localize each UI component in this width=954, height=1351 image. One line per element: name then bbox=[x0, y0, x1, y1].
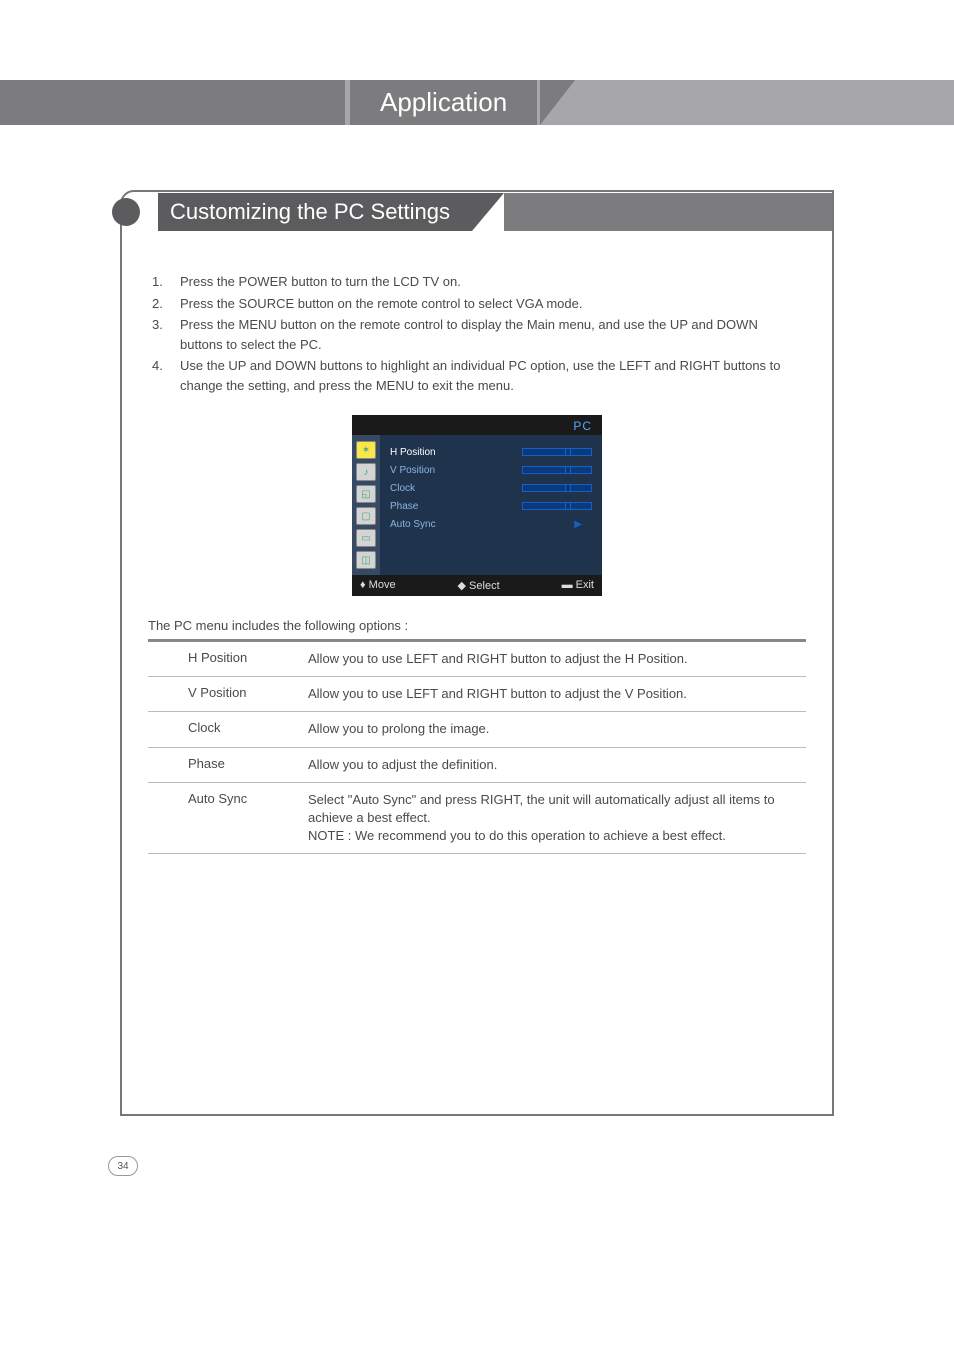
top-margin bbox=[0, 0, 954, 80]
instruction-item: 1. Press the POWER button to turn the LC… bbox=[152, 272, 802, 292]
page-number: 34 bbox=[108, 1156, 138, 1176]
instruction-text: Press the POWER button to turn the LCD T… bbox=[180, 272, 802, 292]
osd-option: H Position bbox=[390, 443, 592, 461]
osd-hint-move-label: Move bbox=[369, 579, 396, 591]
osd-tab-icon: ◱ bbox=[356, 485, 376, 503]
osd-tab-icon: ▭ bbox=[356, 529, 376, 547]
osd-hint-select: ◆ Select bbox=[458, 579, 500, 592]
option-desc: Allow you to use LEFT and RIGHT button t… bbox=[308, 650, 806, 668]
instruction-text: Press the SOURCE button on the remote co… bbox=[180, 294, 802, 314]
osd-option-label: Clock bbox=[390, 483, 415, 494]
option-name: Phase bbox=[188, 756, 308, 774]
instruction-number: 2. bbox=[152, 294, 180, 314]
section-header: Customizing the PC Settings bbox=[112, 192, 832, 232]
osd-slider bbox=[522, 484, 592, 492]
instruction-item: 3. Press the MENU button on the remote c… bbox=[152, 315, 802, 354]
osd-option-label: Auto Sync bbox=[390, 519, 436, 530]
instruction-number: 4. bbox=[152, 356, 180, 395]
ribbon-left bbox=[0, 80, 345, 125]
osd-slider bbox=[522, 502, 592, 510]
table-row: Phase Allow you to adjust the definition… bbox=[148, 748, 806, 783]
osd-tab-icon: ♪ bbox=[356, 463, 376, 481]
section-title: Customizing the PC Settings bbox=[158, 193, 472, 231]
option-desc: Select "Auto Sync" and press RIGHT, the … bbox=[308, 791, 806, 846]
osd-arrow-icon: ▶ bbox=[574, 519, 592, 530]
instruction-text: Use the UP and DOWN buttons to highlight… bbox=[180, 356, 802, 395]
option-name: H Position bbox=[188, 650, 308, 668]
osd-option-label: H Position bbox=[390, 447, 436, 458]
content-frame: Customizing the PC Settings 1. Press the… bbox=[120, 190, 834, 1116]
option-desc: Allow you to adjust the definition. bbox=[308, 756, 806, 774]
osd-hint-exit-label: Exit bbox=[576, 579, 594, 591]
header-band: Application bbox=[0, 80, 954, 125]
option-name: Clock bbox=[188, 720, 308, 738]
osd-icon-column: ✶ ♪ ◱ ▢ ▭ ◫ bbox=[352, 435, 380, 575]
instruction-item: 4. Use the UP and DOWN buttons to highli… bbox=[152, 356, 802, 395]
osd-option-label: Phase bbox=[390, 501, 418, 512]
section-bar-rest bbox=[504, 193, 832, 231]
osd-hint-move: ♦ Move bbox=[360, 579, 396, 592]
osd-option: Clock bbox=[390, 479, 592, 497]
instruction-number: 3. bbox=[152, 315, 180, 354]
osd-slider bbox=[522, 448, 592, 456]
osd-option-list: H Position V Position Clock Phase Auto S… bbox=[380, 435, 602, 575]
section-bullet-icon bbox=[112, 198, 140, 226]
instructions-list: 1. Press the POWER button to turn the LC… bbox=[152, 272, 802, 395]
osd-tab-icon: ✶ bbox=[356, 441, 376, 459]
osd-option-label: V Position bbox=[390, 465, 435, 476]
page-title: Application bbox=[350, 80, 537, 125]
osd-screenshot: PC ✶ ♪ ◱ ▢ ▭ ◫ H Position V Position bbox=[352, 415, 602, 596]
option-name: V Position bbox=[188, 685, 308, 703]
section-slant bbox=[472, 193, 504, 231]
osd-option: V Position bbox=[390, 461, 592, 479]
osd-slider bbox=[522, 466, 592, 474]
osd-tab-icon: ▢ bbox=[356, 507, 376, 525]
ribbon-slant bbox=[540, 80, 575, 125]
instruction-number: 1. bbox=[152, 272, 180, 292]
osd-title: PC bbox=[352, 415, 602, 435]
osd-option: Phase bbox=[390, 497, 592, 515]
osd-tab-icon: ◫ bbox=[356, 551, 376, 569]
osd-main: ✶ ♪ ◱ ▢ ▭ ◫ H Position V Position Clock bbox=[352, 435, 602, 575]
osd-hint-exit: ▬ Exit bbox=[562, 579, 594, 592]
osd-footer: ♦ Move ◆ Select ▬ Exit bbox=[352, 575, 602, 596]
instruction-text: Press the MENU button on the remote cont… bbox=[180, 315, 802, 354]
table-row: Auto Sync Select "Auto Sync" and press R… bbox=[148, 783, 806, 855]
instruction-item: 2. Press the SOURCE button on the remote… bbox=[152, 294, 802, 314]
table-row: H Position Allow you to use LEFT and RIG… bbox=[148, 642, 806, 677]
option-desc: Allow you to use LEFT and RIGHT button t… bbox=[308, 685, 806, 703]
table-row: V Position Allow you to use LEFT and RIG… bbox=[148, 677, 806, 712]
table-intro: The PC menu includes the following optio… bbox=[148, 618, 806, 633]
table-row: Clock Allow you to prolong the image. bbox=[148, 712, 806, 747]
option-name: Auto Sync bbox=[188, 791, 308, 846]
options-table: H Position Allow you to use LEFT and RIG… bbox=[148, 639, 806, 854]
osd-hint-select-label: Select bbox=[469, 580, 500, 592]
osd-option: Auto Sync ▶ bbox=[390, 515, 592, 533]
option-desc: Allow you to prolong the image. bbox=[308, 720, 806, 738]
